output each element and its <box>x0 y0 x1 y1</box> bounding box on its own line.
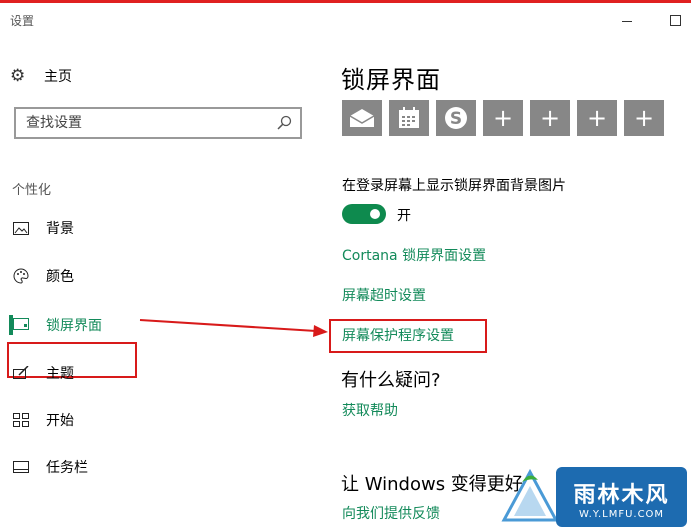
search-box <box>14 107 302 139</box>
tile-add[interactable]: + <box>577 100 617 136</box>
plus-icon: + <box>633 104 655 132</box>
sidebar-item-start[interactable]: 开始 <box>12 407 74 433</box>
lock-screen-icon <box>12 316 30 334</box>
toggle-knob <box>370 209 380 219</box>
sidebar-item-taskbar[interactable]: 任务栏 <box>12 454 88 480</box>
theme-brush-icon <box>12 364 30 382</box>
sidebar: ⚙ 主页 个性化 背景 颜色 锁屏界面 主题 <box>0 35 310 532</box>
show-background-label: 在登录屏幕上显示锁屏界面背景图片 <box>342 178 566 194</box>
sidebar-item-background[interactable]: 背景 <box>12 215 74 241</box>
watermark-logo-icon <box>501 468 559 522</box>
group-label-personalization: 个性化 <box>12 183 52 198</box>
app-tiles: S + + + + <box>342 100 671 136</box>
plus-icon: + <box>539 104 561 132</box>
watermark-badge: 雨林木风 W.Y.LMFU.COM <box>556 467 687 527</box>
window-title: 设置 <box>10 14 35 28</box>
watermark-url: W.Y.LMFU.COM <box>578 509 665 520</box>
toggle-state-label: 开 <box>397 208 411 224</box>
svg-text:S: S <box>450 109 462 129</box>
sidebar-item-lock-screen[interactable]: 锁屏界面 <box>12 312 102 338</box>
title-bar: 设置 <box>0 3 691 35</box>
cortana-lock-screen-link[interactable]: Cortana 锁屏界面设置 <box>342 245 486 265</box>
tile-add[interactable]: + <box>624 100 664 136</box>
sidebar-item-label: 颜色 <box>46 269 74 285</box>
taskbar-icon <box>12 458 30 476</box>
tile-add[interactable]: + <box>483 100 523 136</box>
search-icon[interactable] <box>276 115 292 131</box>
show-background-toggle[interactable] <box>342 204 386 224</box>
tile-calendar[interactable] <box>389 100 429 136</box>
sidebar-item-label: 开始 <box>46 413 74 429</box>
tile-skype[interactable]: S <box>436 100 476 136</box>
sidebar-item-label: 锁屏界面 <box>46 318 102 334</box>
sidebar-item-themes[interactable]: 主题 <box>12 360 74 386</box>
picture-icon <box>12 219 30 237</box>
gear-icon: ⚙ <box>10 66 26 86</box>
sidebar-item-label: 任务栏 <box>46 460 88 476</box>
maximize-button[interactable] <box>670 15 681 26</box>
skype-icon: S <box>445 107 467 129</box>
sidebar-item-home[interactable]: ⚙ 主页 <box>10 65 72 87</box>
feedback-link[interactable]: 向我们提供反馈 <box>342 503 440 523</box>
search-input[interactable] <box>16 109 256 137</box>
plus-icon: + <box>492 104 514 132</box>
plus-icon: + <box>586 104 608 132</box>
page-title: 锁屏界面 <box>341 66 441 94</box>
question-heading: 有什么疑问? <box>341 370 441 391</box>
tile-mail[interactable] <box>342 100 382 136</box>
palette-icon <box>12 267 30 285</box>
mail-icon <box>349 109 375 127</box>
watermark-title: 雨林木风 <box>573 483 670 508</box>
calendar-icon <box>399 107 419 128</box>
get-help-link[interactable]: 获取帮助 <box>342 400 398 420</box>
main-content: 锁屏界面 S + + + + 在登录屏幕上显示锁屏界面背景图片 开 Cortan… <box>329 35 691 532</box>
sidebar-item-colors[interactable]: 颜色 <box>12 263 74 289</box>
sidebar-item-label: 主题 <box>46 366 74 382</box>
start-grid-icon <box>12 411 30 429</box>
improve-windows-heading: 让 Windows 变得更好 <box>341 474 523 495</box>
sidebar-item-label: 背景 <box>46 221 74 237</box>
home-label: 主页 <box>44 69 72 85</box>
annotation-highlight-box <box>329 319 487 353</box>
minimize-button[interactable] <box>622 21 632 22</box>
tile-add[interactable]: + <box>530 100 570 136</box>
screen-timeout-link[interactable]: 屏幕超时设置 <box>342 285 426 305</box>
